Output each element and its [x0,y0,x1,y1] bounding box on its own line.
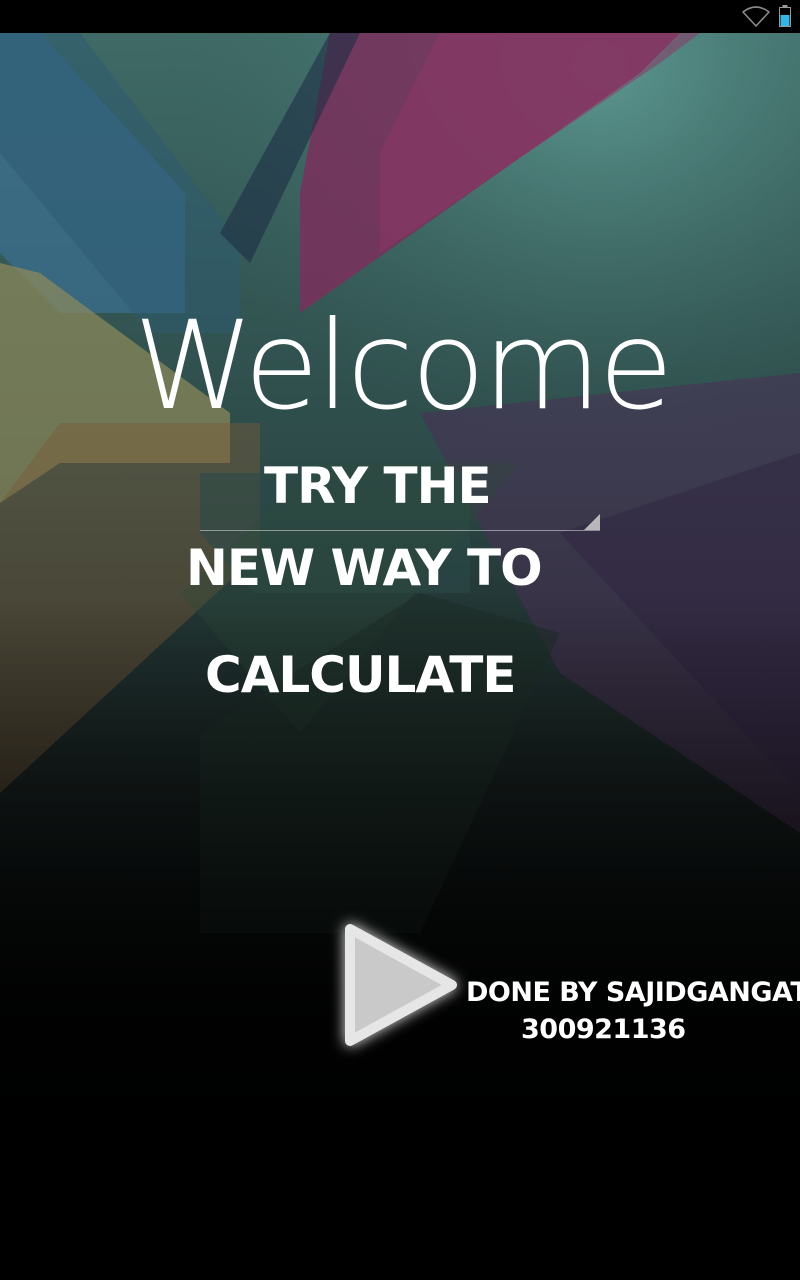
credit-id: 300921136 [521,1014,686,1045]
input-underline [200,530,600,531]
welcome-title: Welcome [133,295,673,437]
welcome-screen: Welcome TRY THE NEW WAY TO CALCULATE DON… [0,0,800,1280]
battery-icon [779,5,791,27]
headline-line-2: NEW WAY TO [186,539,543,597]
wifi-icon [742,6,770,27]
play-button[interactable] [318,905,478,1065]
headline-line-3: CALCULATE [205,646,516,704]
credit-name: DONE BY SAJIDGANGAT [466,977,800,1008]
play-icon [345,924,457,1046]
status-bar [0,0,800,33]
spinner-corner-icon [584,514,600,530]
headline-line-1: TRY THE [264,457,492,515]
